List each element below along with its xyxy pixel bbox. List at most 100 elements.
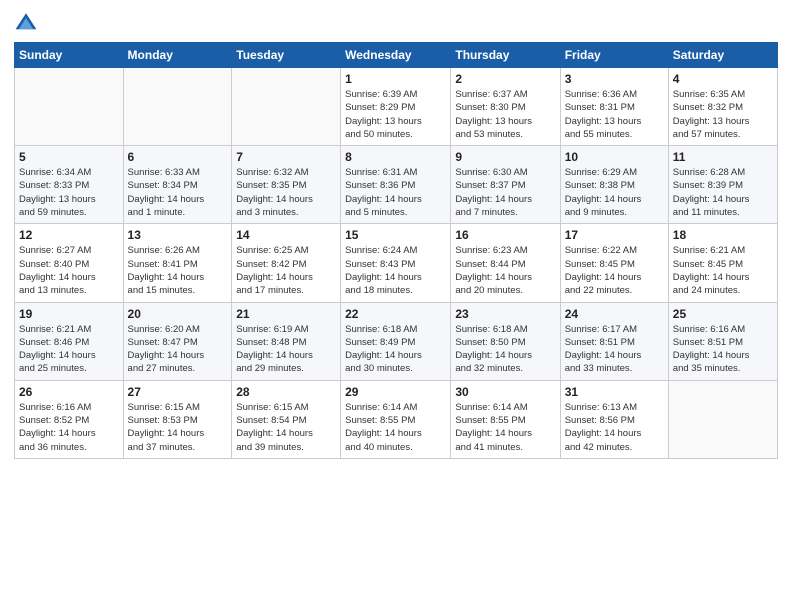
weekday-header-friday: Friday: [560, 43, 668, 68]
calendar-cell: 6Sunrise: 6:33 AMSunset: 8:34 PMDaylight…: [123, 146, 232, 224]
day-info: Sunrise: 6:26 AMSunset: 8:41 PMDaylight:…: [128, 244, 228, 297]
day-number: 13: [128, 228, 228, 242]
calendar-cell: 4 Sunrise: 6:35 AMSunset: 8:32 PMDaylight…: [668, 68, 777, 146]
day-info: Sunrise: 6:21 AMSunset: 8:45 PMDaylight:…: [673, 244, 773, 297]
calendar-header: SundayMondayTuesdayWednesdayThursdayFrid…: [15, 43, 778, 68]
day-number: 30: [455, 385, 555, 399]
calendar-cell: 18Sunrise: 6:21 AMSunset: 8:45 PMDayligh…: [668, 224, 777, 302]
day-number: 2: [455, 72, 555, 86]
day-info: Sunrise: 6:34 AMSunset: 8:33 PMDaylight:…: [19, 166, 119, 219]
day-number: 9: [455, 150, 555, 164]
calendar-cell: 1 Sunrise: 6:39 AMSunset: 8:29 PMDaylight…: [341, 68, 451, 146]
calendar-cell: 22 Sunrise: 6:18 AMSunset: 8:49 PMDayligh…: [341, 302, 451, 380]
day-number: 4: [673, 72, 773, 86]
calendar-cell: 31 Sunrise: 6:13 AMSunset: 8:56 PMDayligh…: [560, 380, 668, 458]
calendar-cell: [123, 68, 232, 146]
day-number: 21: [236, 307, 336, 321]
day-number: 19: [19, 307, 119, 321]
day-info: Sunrise: 6:30 AMSunset: 8:37 PMDaylight:…: [455, 166, 555, 219]
calendar-cell: 10Sunrise: 6:29 AMSunset: 8:38 PMDayligh…: [560, 146, 668, 224]
calendar-cell: 24 Sunrise: 6:17 AMSunset: 8:51 PMDayligh…: [560, 302, 668, 380]
calendar-week-3: 12 Sunrise: 6:27 AMSunset: 8:40 PMDayligh…: [15, 224, 778, 302]
day-info: Sunrise: 6:15 AMSunset: 8:54 PMDaylight:…: [236, 401, 336, 454]
day-info: Sunrise: 6:16 AMSunset: 8:52 PMDaylight:…: [19, 401, 119, 454]
calendar-cell: 29Sunrise: 6:14 AMSunset: 8:55 PMDayligh…: [341, 380, 451, 458]
day-number: 27: [128, 385, 228, 399]
day-info: Sunrise: 6:13 AMSunset: 8:56 PMDaylight:…: [565, 401, 664, 454]
day-info: Sunrise: 6:31 AMSunset: 8:36 PMDaylight:…: [345, 166, 446, 219]
day-number: 15: [345, 228, 446, 242]
day-number: 29: [345, 385, 446, 399]
calendar-week-2: 5 Sunrise: 6:34 AMSunset: 8:33 PMDaylight…: [15, 146, 778, 224]
weekday-header-monday: Monday: [123, 43, 232, 68]
calendar-cell: 25 Sunrise: 6:16 AMSunset: 8:51 PMDayligh…: [668, 302, 777, 380]
day-info: Sunrise: 6:39 AMSunset: 8:29 PMDaylight:…: [345, 88, 446, 141]
day-number: 11: [673, 150, 773, 164]
calendar-cell: 21 Sunrise: 6:19 AMSunset: 8:48 PMDayligh…: [232, 302, 341, 380]
day-number: 1: [345, 72, 446, 86]
calendar-cell: 28 Sunrise: 6:15 AMSunset: 8:54 PMDayligh…: [232, 380, 341, 458]
day-number: 10: [565, 150, 664, 164]
day-info: Sunrise: 6:18 AMSunset: 8:49 PMDaylight:…: [345, 323, 446, 376]
weekday-header-thursday: Thursday: [451, 43, 560, 68]
day-info: Sunrise: 6:27 AMSunset: 8:40 PMDaylight:…: [19, 244, 119, 297]
calendar-cell: 14Sunrise: 6:25 AMSunset: 8:42 PMDayligh…: [232, 224, 341, 302]
day-info: Sunrise: 6:24 AMSunset: 8:43 PMDaylight:…: [345, 244, 446, 297]
day-number: 12: [19, 228, 119, 242]
day-info: Sunrise: 6:16 AMSunset: 8:51 PMDaylight:…: [673, 323, 773, 376]
day-number: 28: [236, 385, 336, 399]
calendar-cell: 8 Sunrise: 6:31 AMSunset: 8:36 PMDaylight…: [341, 146, 451, 224]
calendar-cell: 26 Sunrise: 6:16 AMSunset: 8:52 PMDayligh…: [15, 380, 124, 458]
day-number: 22: [345, 307, 446, 321]
day-number: 3: [565, 72, 664, 86]
calendar-cell: [668, 380, 777, 458]
calendar-cell: [232, 68, 341, 146]
calendar-cell: 9 Sunrise: 6:30 AMSunset: 8:37 PMDaylight…: [451, 146, 560, 224]
calendar-cell: 5 Sunrise: 6:34 AMSunset: 8:33 PMDaylight…: [15, 146, 124, 224]
day-info: Sunrise: 6:19 AMSunset: 8:48 PMDaylight:…: [236, 323, 336, 376]
day-info: Sunrise: 6:35 AMSunset: 8:32 PMDaylight:…: [673, 88, 773, 141]
calendar-cell: 17 Sunrise: 6:22 AMSunset: 8:45 PMDayligh…: [560, 224, 668, 302]
day-number: 8: [345, 150, 446, 164]
calendar-week-1: 1 Sunrise: 6:39 AMSunset: 8:29 PMDaylight…: [15, 68, 778, 146]
day-info: Sunrise: 6:23 AMSunset: 8:44 PMDaylight:…: [455, 244, 555, 297]
day-number: 14: [236, 228, 336, 242]
day-number: 31: [565, 385, 664, 399]
day-number: 5: [19, 150, 119, 164]
day-number: 16: [455, 228, 555, 242]
day-number: 17: [565, 228, 664, 242]
weekday-header-sunday: Sunday: [15, 43, 124, 68]
day-number: 24: [565, 307, 664, 321]
day-number: 7: [236, 150, 336, 164]
calendar-cell: [15, 68, 124, 146]
calendar-cell: 3 Sunrise: 6:36 AMSunset: 8:31 PMDaylight…: [560, 68, 668, 146]
calendar-cell: 7 Sunrise: 6:32 AMSunset: 8:35 PMDaylight…: [232, 146, 341, 224]
day-number: 26: [19, 385, 119, 399]
weekday-header-wednesday: Wednesday: [341, 43, 451, 68]
day-info: Sunrise: 6:36 AMSunset: 8:31 PMDaylight:…: [565, 88, 664, 141]
day-info: Sunrise: 6:14 AMSunset: 8:55 PMDaylight:…: [455, 401, 555, 454]
calendar-table: SundayMondayTuesdayWednesdayThursdayFrid…: [14, 42, 778, 459]
day-info: Sunrise: 6:37 AMSunset: 8:30 PMDaylight:…: [455, 88, 555, 141]
day-info: Sunrise: 6:32 AMSunset: 8:35 PMDaylight:…: [236, 166, 336, 219]
calendar-body: 1 Sunrise: 6:39 AMSunset: 8:29 PMDaylight…: [15, 68, 778, 459]
day-number: 6: [128, 150, 228, 164]
day-info: Sunrise: 6:18 AMSunset: 8:50 PMDaylight:…: [455, 323, 555, 376]
day-number: 20: [128, 307, 228, 321]
calendar-cell: 20 Sunrise: 6:20 AMSunset: 8:47 PMDayligh…: [123, 302, 232, 380]
day-info: Sunrise: 6:28 AMSunset: 8:39 PMDaylight:…: [673, 166, 773, 219]
header: [14, 10, 778, 34]
weekday-header-tuesday: Tuesday: [232, 43, 341, 68]
day-info: Sunrise: 6:20 AMSunset: 8:47 PMDaylight:…: [128, 323, 228, 376]
day-info: Sunrise: 6:17 AMSunset: 8:51 PMDaylight:…: [565, 323, 664, 376]
calendar-cell: 30 Sunrise: 6:14 AMSunset: 8:55 PMDayligh…: [451, 380, 560, 458]
day-number: 23: [455, 307, 555, 321]
calendar-week-4: 19Sunrise: 6:21 AMSunset: 8:46 PMDayligh…: [15, 302, 778, 380]
calendar-cell: 27Sunrise: 6:15 AMSunset: 8:53 PMDayligh…: [123, 380, 232, 458]
day-info: Sunrise: 6:22 AMSunset: 8:45 PMDaylight:…: [565, 244, 664, 297]
weekday-header-saturday: Saturday: [668, 43, 777, 68]
calendar-cell: 19Sunrise: 6:21 AMSunset: 8:46 PMDayligh…: [15, 302, 124, 380]
calendar-cell: 15 Sunrise: 6:24 AMSunset: 8:43 PMDayligh…: [341, 224, 451, 302]
day-number: 25: [673, 307, 773, 321]
calendar-cell: 11 Sunrise: 6:28 AMSunset: 8:39 PMDayligh…: [668, 146, 777, 224]
